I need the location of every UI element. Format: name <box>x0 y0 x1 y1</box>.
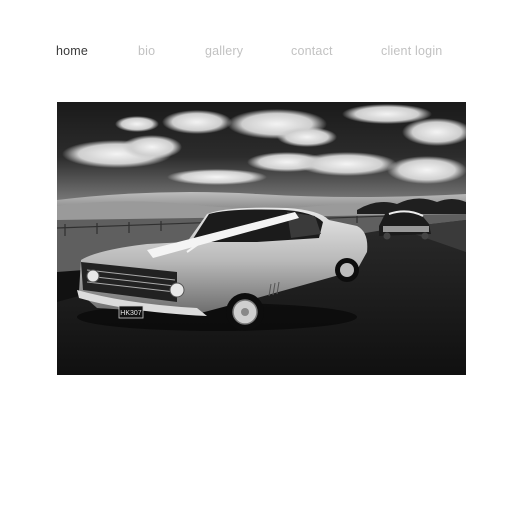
hero-photo-illustration: HK307 <box>57 102 466 375</box>
hero-photo: HK307 <box>57 102 466 375</box>
nav-link-bio[interactable]: bio <box>138 44 155 58</box>
nav-link-gallery[interactable]: gallery <box>205 44 243 58</box>
nav-link-home[interactable]: home <box>56 44 88 58</box>
nav-link-contact[interactable]: contact <box>291 44 333 58</box>
main-nav: home bio gallery contact client login <box>0 44 520 62</box>
nav-link-client-login[interactable]: client login <box>381 44 442 58</box>
number-plate-text: HK307 <box>120 310 142 317</box>
